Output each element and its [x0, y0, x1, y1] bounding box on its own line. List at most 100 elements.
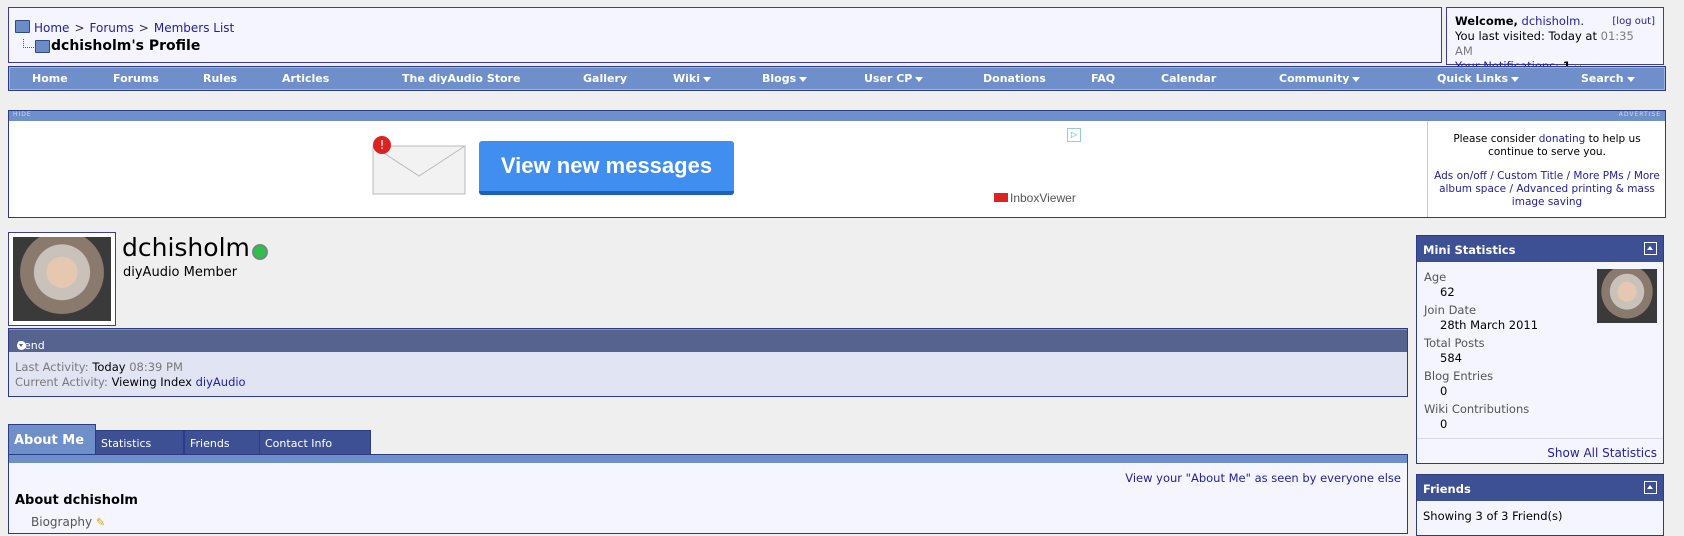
stat-value: 0: [1440, 384, 1448, 398]
send-message-button[interactable]: Send Message: [13, 334, 65, 365]
avatar[interactable]: [13, 237, 111, 321]
forum-folder-icon: [15, 20, 30, 33]
about-me-panel: View your "About Me" as seen by everyone…: [8, 463, 1408, 534]
donate-text: Please consider: [1453, 133, 1536, 145]
activity-panel: Last Activity: Today 08:39 PM Current Ac…: [8, 352, 1408, 397]
tree-connector: [23, 39, 34, 48]
nav-donations[interactable]: Donations: [983, 72, 1046, 85]
collapse-icon[interactable]: [1644, 481, 1657, 494]
view-messages-ad-button[interactable]: View new messages: [479, 141, 734, 195]
stat-label: Blog Entries: [1424, 369, 1494, 383]
chevron-down-icon: [17, 341, 26, 350]
stat-value: 62: [1440, 285, 1455, 299]
stat-label: Total Posts: [1424, 336, 1485, 350]
last-activity-day: Today: [92, 360, 126, 374]
svg-text:!: !: [380, 138, 385, 152]
tab-friends[interactable]: Friends: [184, 430, 260, 456]
stat-label: Wiki Contributions: [1424, 402, 1530, 416]
tab-label: About Me: [14, 433, 85, 448]
page-title: dchisholm's Profile: [51, 38, 201, 54]
ad-choices-icon[interactable]: ▷: [1067, 128, 1081, 142]
stat-value: 28th March 2011: [1440, 318, 1539, 332]
pencil-edit-icon[interactable]: ✎: [96, 516, 105, 529]
stat-value: 584: [1440, 351, 1462, 365]
breadcrumb-separator: >: [74, 21, 85, 35]
profile-username: dchisholm: [122, 233, 250, 262]
donating-link[interactable]: donating: [1539, 133, 1586, 145]
nav-blogs[interactable]: Blogs: [762, 72, 808, 85]
nav-label: Donations: [983, 72, 1046, 85]
tab-label: Friends: [190, 437, 230, 450]
block-title: Friends: [1423, 482, 1471, 496]
welcome-label: Welcome,: [1455, 14, 1518, 28]
profile-folder-icon: [35, 40, 50, 53]
envelope-icon: !: [367, 136, 471, 196]
user-title: diyAudio Member: [123, 265, 238, 280]
friends-count: Showing 3 of 3 Friend(s): [1423, 509, 1563, 523]
nav-wiki[interactable]: Wiki: [673, 72, 711, 85]
nav-label: Articles: [282, 72, 330, 85]
welcome-username[interactable]: dchisholm: [1522, 14, 1581, 28]
current-activity-label: Current Activity:: [15, 375, 108, 389]
nav-gallery[interactable]: Gallery: [583, 72, 627, 85]
biography-label: Biography ✎: [31, 515, 105, 529]
nav-forums[interactable]: Forums: [113, 72, 159, 85]
tab-label: Contact Info: [265, 437, 333, 450]
nav-home[interactable]: Home: [32, 72, 68, 85]
nav-faq[interactable]: FAQ: [1091, 72, 1115, 85]
block-title: Mini Statistics: [1423, 243, 1516, 257]
perks-link[interactable]: Ads on/off / Custom Title / More PMs / M…: [1434, 170, 1660, 208]
inboxviewer-brand: InboxViewer: [994, 191, 1076, 205]
about-heading: About dchisholm: [15, 493, 138, 508]
tab-contact-info[interactable]: Contact Info: [259, 430, 371, 456]
breadcrumb-separator: >: [138, 21, 149, 35]
dropdown-caret-icon: [915, 76, 924, 82]
breadcrumb-forums[interactable]: Forums: [90, 21, 134, 35]
collapse-icon[interactable]: [1644, 242, 1657, 255]
advertise-link[interactable]: ADVERTISE: [1619, 111, 1661, 118]
nav-rules[interactable]: Rules: [203, 72, 237, 85]
nav-label: Calendar: [1161, 72, 1217, 85]
dropdown-caret-icon: [1352, 76, 1361, 82]
nav-quick-links[interactable]: Quick Links: [1437, 72, 1520, 85]
current-activity-link[interactable]: diyAudio: [196, 375, 246, 389]
show-all-statistics-link[interactable]: Show All Statistics: [1547, 446, 1657, 460]
tab-label: Statistics: [101, 437, 152, 450]
view-about-me-link[interactable]: View your "About Me" as seen by everyone…: [1125, 471, 1401, 485]
nav-label: Search: [1581, 72, 1624, 85]
nav-articles[interactable]: Articles: [282, 72, 329, 85]
ad-block: HIDE ADVERTISE ! View new messages ▷ Inb…: [8, 110, 1666, 218]
nav-label: Wiki: [673, 72, 700, 85]
breadcrumb-members-list[interactable]: Members List: [154, 21, 234, 35]
nav-label: Community: [1279, 72, 1350, 85]
nav-label: User CP: [864, 72, 913, 85]
stat-label: Join Date: [1424, 303, 1477, 317]
welcome-period: .: [1580, 14, 1585, 28]
nav-store[interactable]: The diyAudio Store: [402, 72, 520, 85]
dropdown-caret-icon: [1511, 76, 1520, 82]
nav-label: Gallery: [583, 72, 628, 85]
divider: [1417, 438, 1663, 439]
nav-search[interactable]: Search: [1581, 72, 1635, 85]
tab-statistics[interactable]: Statistics: [95, 430, 184, 456]
friends-header: Friends: [1417, 475, 1663, 501]
nav-calendar[interactable]: Calendar: [1161, 72, 1216, 85]
nav-community[interactable]: Community: [1279, 72, 1361, 85]
mini-avatar[interactable]: [1597, 269, 1657, 323]
last-visited-day: Today at: [1548, 29, 1597, 43]
dropdown-caret-icon: [703, 76, 711, 82]
nav-label: The diyAudio Store: [402, 72, 521, 85]
tab-about-me[interactable]: About Me: [8, 424, 96, 456]
nav-user-cp[interactable]: User CP: [864, 72, 924, 85]
biography-text: Biography: [31, 515, 93, 529]
hide-ad-link[interactable]: HIDE: [13, 111, 32, 118]
stat-value: 0: [1440, 417, 1448, 431]
mini-statistics-block: Mini Statistics Age 62 Join Date 28th Ma…: [1416, 235, 1664, 464]
last-visited-label: You last visited:: [1455, 29, 1545, 43]
send-message-bar: Send Message: [8, 328, 1408, 365]
nav-label: Forums: [113, 72, 159, 85]
dropdown-caret-icon: [799, 76, 808, 82]
stat-label: Age: [1424, 270, 1447, 284]
breadcrumb-home[interactable]: Home: [34, 21, 69, 35]
current-activity-value: Viewing Index: [111, 375, 192, 389]
